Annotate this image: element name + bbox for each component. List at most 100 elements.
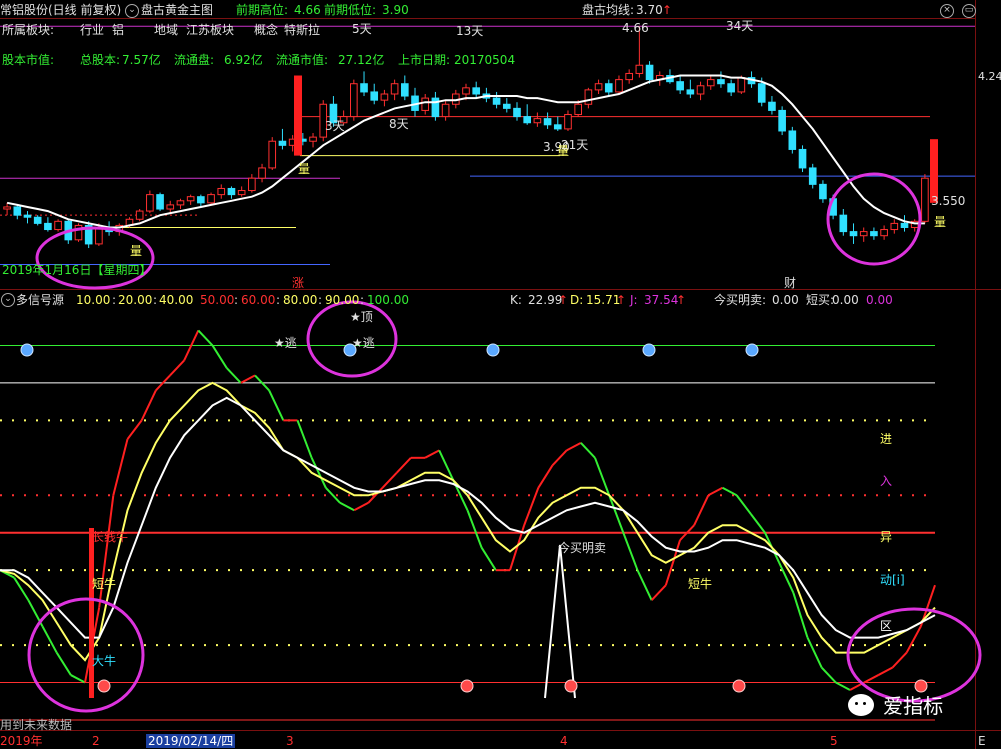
k-line-segment bbox=[339, 501, 355, 512]
candle-body bbox=[921, 177, 929, 222]
k-line-segment bbox=[566, 441, 582, 452]
k-line-segment bbox=[225, 367, 242, 384]
anno-8days: 8天 bbox=[389, 117, 409, 131]
lower-indicator-name[interactable]: 多信号源 bbox=[16, 293, 64, 307]
k-line-segment bbox=[296, 420, 313, 459]
candle-body bbox=[472, 87, 481, 95]
candle-body bbox=[492, 97, 501, 105]
candle-body bbox=[380, 93, 389, 101]
candle-body bbox=[523, 116, 532, 124]
indicator-name[interactable]: 盘古黄金主图 bbox=[141, 3, 213, 17]
k-line-segment bbox=[55, 652, 72, 676]
k-line-segment bbox=[891, 651, 908, 669]
long-bull-spike bbox=[89, 528, 94, 698]
highlight-circle-1 bbox=[35, 226, 155, 290]
k-line-segment bbox=[835, 681, 851, 691]
anno-short-bull-1: 短牛 bbox=[92, 577, 117, 591]
float-value: 6.92亿 bbox=[224, 53, 263, 67]
j-line bbox=[0, 396, 936, 639]
blue-signal-dot bbox=[20, 343, 34, 357]
anno-escape-1: ★逃 bbox=[274, 336, 297, 350]
anno-liang-1: 量 bbox=[298, 162, 311, 176]
candle-body bbox=[309, 136, 317, 142]
candle-body bbox=[370, 91, 379, 101]
anno-5days: 5天 bbox=[352, 22, 372, 36]
candle-body bbox=[706, 79, 715, 87]
candle-body bbox=[553, 124, 562, 130]
k-line-segment bbox=[863, 674, 879, 684]
k-line-segment bbox=[877, 666, 893, 676]
red-signal-dot bbox=[460, 679, 474, 693]
float-label: 流通盘: bbox=[174, 53, 215, 67]
concept-value: 特斯拉 bbox=[284, 23, 321, 37]
buy-value: 0.00 bbox=[772, 293, 799, 307]
candle-body bbox=[156, 194, 164, 210]
k-line-segment bbox=[608, 494, 625, 534]
k-line-segment bbox=[722, 486, 738, 497]
info-row-capital: 股本市值: 总股本: 7.57亿 流通盘: 6.92亿 流通市值: 27.12亿… bbox=[0, 52, 975, 68]
candle-body bbox=[686, 89, 695, 95]
short-label: 短买: bbox=[806, 293, 835, 307]
region-label: 地域 bbox=[154, 23, 179, 37]
candle-body bbox=[778, 109, 786, 132]
candle-body bbox=[564, 114, 572, 130]
anno-liang-4: 量 bbox=[934, 215, 947, 229]
blue-signal-dot bbox=[486, 343, 500, 357]
candle-body bbox=[400, 83, 409, 97]
close-icon[interactable]: × bbox=[940, 4, 954, 18]
candle-body bbox=[870, 231, 878, 237]
level-100: 100.00 bbox=[367, 293, 409, 307]
k-line-segment bbox=[197, 329, 214, 347]
footer-m5: 5 bbox=[830, 734, 838, 748]
candle-body bbox=[421, 97, 430, 111]
candle-body bbox=[798, 148, 807, 169]
candle-body bbox=[186, 196, 195, 202]
concept-label: 概念 bbox=[254, 23, 279, 37]
k-line-segment bbox=[211, 344, 228, 369]
main-header: 常铝股份(日线 前复权) ⌄ 盘古黄金主图 前期高位: 4.66 前期低位: 3… bbox=[0, 2, 1001, 83]
candle-body bbox=[717, 79, 725, 85]
candle-body bbox=[462, 87, 470, 95]
level-80: 80.00 bbox=[283, 293, 318, 307]
total-value: 7.57亿 bbox=[122, 53, 161, 67]
footer-note: 用到未来数据 bbox=[0, 718, 73, 732]
candle-body bbox=[197, 196, 205, 204]
blue-signal-dot bbox=[642, 343, 656, 357]
candle-body bbox=[808, 167, 817, 185]
restore-icon[interactable]: ▭ bbox=[962, 4, 976, 18]
chevron-down-icon[interactable]: ⌄ bbox=[125, 4, 139, 18]
stock-title: 常铝股份(日线 前复权) bbox=[0, 3, 122, 17]
candle-body bbox=[584, 89, 593, 105]
chart-canvas bbox=[0, 0, 1001, 749]
footer-ei: E bbox=[978, 734, 986, 748]
chevron-down-icon[interactable]: ⌄ bbox=[1, 293, 15, 307]
right-price-label: 4.24 bbox=[978, 70, 1001, 83]
candle-body bbox=[890, 222, 899, 231]
k-line-segment bbox=[13, 577, 30, 601]
candle-body bbox=[13, 206, 22, 216]
d-label: D: bbox=[570, 293, 584, 307]
level-20: 20.00 bbox=[118, 293, 153, 307]
candle-body bbox=[227, 187, 236, 196]
buy-label: 今买明卖: bbox=[714, 293, 767, 307]
wechat-icon bbox=[848, 693, 874, 716]
d-line bbox=[0, 381, 936, 662]
k-line-segment bbox=[240, 374, 256, 384]
footer-year: 2019年 bbox=[0, 734, 43, 748]
vol-bar-1 bbox=[294, 75, 302, 156]
footer-m3: 3 bbox=[286, 734, 294, 748]
red-signal-dot bbox=[732, 679, 746, 693]
k-line-segment bbox=[650, 584, 667, 601]
side-1: 进 bbox=[880, 432, 893, 446]
level-40: 40.00 bbox=[159, 293, 194, 307]
ma-label: 盘古均线: bbox=[582, 3, 635, 17]
candle-body bbox=[574, 103, 582, 116]
extra-value: 0.00 bbox=[866, 293, 893, 307]
side-3: 异 bbox=[880, 530, 893, 544]
k-line-segment bbox=[169, 359, 185, 377]
anno-big-bull: 大牛 bbox=[92, 654, 117, 668]
k-line-segment bbox=[395, 457, 412, 474]
footer-m2: 2 bbox=[92, 734, 100, 748]
ma-line bbox=[6, 74, 925, 229]
candle-body bbox=[900, 222, 909, 228]
